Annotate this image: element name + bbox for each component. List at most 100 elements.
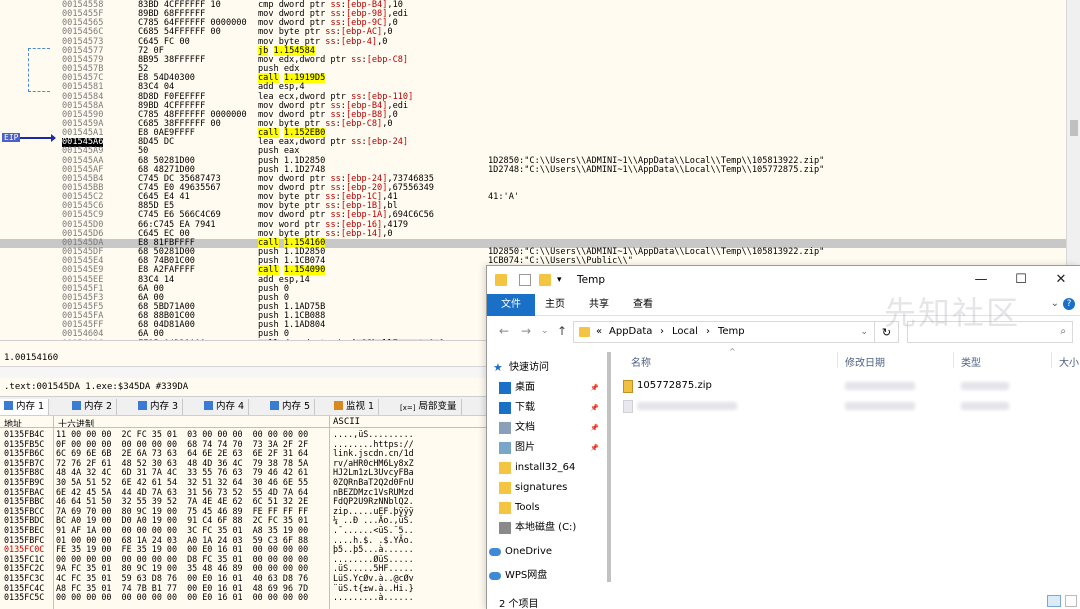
tab-home[interactable]: 主页	[533, 294, 577, 316]
dump-address: 0135FBEC	[4, 525, 45, 535]
file-row[interactable]: 105772875.zip	[623, 377, 1073, 395]
disasm-row[interactable]: 0015456C C685 54FFFFFF 00 mov byte ptr ss:…	[0, 28, 1066, 37]
memory-dump[interactable]: 地址 十六进制 ASCII 0135FB4C 11 00 00 00 2C FC …	[0, 416, 490, 609]
properties-icon[interactable]	[519, 274, 531, 286]
column-divider[interactable]	[1051, 352, 1052, 368]
nav-label: OneDrive	[505, 546, 553, 557]
dump-hex: 30 5A 51 52 6E 42 61 54 32 51 32 64 30 4…	[56, 477, 309, 487]
disasm-instruction: call 1.154090	[258, 265, 326, 275]
breadcrumb-temp[interactable]: Temp	[718, 322, 745, 342]
disasm-row[interactable]: 00154579 8B95 38FFFFFF mov edx,dword ptr s…	[0, 56, 1066, 65]
breadcrumb-separator-icon[interactable]: ›	[706, 322, 710, 342]
dump-address: 0135FC5C	[4, 592, 45, 603]
tab-share[interactable]: 共享	[577, 294, 621, 316]
nav-item-[interactable]: 桌面 📌	[487, 378, 605, 398]
expand-ribbon-icon[interactable]: ⌄	[1051, 298, 1059, 309]
memory-icon	[138, 401, 147, 410]
details-view-icon[interactable]	[1047, 595, 1061, 607]
disasm-comment: 1D2748:"C:\\Users\\ADMINI~1\\AppData\\Lo…	[488, 165, 825, 175]
scrollbar-thumb[interactable]	[607, 352, 611, 582]
dump-hex: 6C 69 6E 6B 2E 6A 73 63 64 6E 2E 63 6E 2…	[56, 448, 309, 459]
nav-item-[interactable]: ★ 快速访问	[487, 358, 605, 378]
nav-item-wps[interactable]: WPS网盘	[487, 566, 605, 586]
column-size[interactable]: 大小	[1059, 354, 1079, 369]
path-dropdown-icon[interactable]: ⌄	[860, 322, 868, 342]
tab-file[interactable]: 文件	[487, 294, 535, 316]
disasm-instruction: push 0	[258, 329, 290, 339]
nav-item-onedrive[interactable]: OneDrive	[487, 542, 605, 562]
dump-ascii: LüS.YcØv.à..@cØv	[333, 573, 414, 583]
close-button[interactable]: ✕	[1041, 266, 1080, 294]
tab-memory-5[interactable]: 内存 5	[266, 399, 316, 415]
nav-label: 桌面	[515, 382, 535, 393]
file-name: 105772875.zip	[637, 380, 712, 391]
eip-arrow-icon	[20, 134, 56, 142]
status-bar: 2 个项目	[487, 592, 1080, 609]
folder-icon	[499, 482, 511, 494]
recent-dropdown-icon[interactable]: ⌄	[541, 326, 549, 336]
column-divider[interactable]	[837, 352, 838, 368]
dump-hex: 91 AF 1A 00 00 00 00 00 3C FC 35 01 A8 3…	[56, 525, 309, 535]
nav-label: 下载	[515, 402, 535, 413]
disasm-row[interactable]: 001545A9 50 push eax	[0, 147, 1066, 156]
dump-ascii: ....,üS.........	[333, 429, 414, 439]
star-icon: ★	[493, 361, 503, 374]
disasm-row[interactable]: 001545A6 8D45 DC lea eax,dword ptr ss:[ebp…	[0, 138, 1066, 147]
breadcrumb-overflow[interactable]: «	[596, 322, 602, 342]
large-icons-view-icon[interactable]	[1065, 595, 1077, 607]
column-modified[interactable]: 修改日期	[845, 354, 885, 369]
file-row-redacted[interactable]	[623, 397, 1073, 415]
disasm-address: 001545E9	[62, 265, 104, 275]
nav-item-install32-64[interactable]: install32_64	[487, 458, 605, 478]
column-divider[interactable]	[953, 352, 954, 368]
up-icon[interactable]: ↑	[557, 324, 567, 338]
back-icon[interactable]: ←	[499, 324, 509, 338]
tab-memory-1[interactable]: 内存 1	[0, 399, 50, 415]
dump-hex: 46 64 51 50 32 55 39 52 7A 4E 4E 62 6C 5…	[56, 496, 309, 507]
path-box[interactable]: « AppData › Local › Temp ⌄	[573, 321, 875, 343]
zip-file-icon	[623, 380, 633, 393]
dump-column-divider	[329, 416, 330, 609]
help-icon[interactable]: ?	[1063, 298, 1075, 310]
new-folder-icon[interactable]	[539, 274, 551, 286]
disasm-row[interactable]: 00154581 83C4 04 add esp,4	[0, 83, 1066, 92]
document-icon	[499, 422, 511, 434]
tab-label: 局部变量	[418, 401, 457, 412]
nav-item-[interactable]: 文档 📌	[487, 418, 605, 438]
tab-view[interactable]: 查看	[621, 294, 665, 316]
breadcrumb-local[interactable]: Local	[672, 322, 698, 342]
redacted-name	[637, 402, 737, 410]
forward-icon[interactable]: →	[521, 324, 531, 338]
disasm-row[interactable]: 001545C9 C745 E6 566C4C69 mov dword ptr ss…	[0, 211, 1066, 220]
tab-memory-2[interactable]: 内存 2	[68, 399, 118, 415]
nav-item-c[interactable]: 本地磁盘 (C:)	[487, 518, 605, 538]
quick-access-dropdown-icon[interactable]: ▾	[557, 274, 569, 286]
tab-label: 内存 4	[216, 401, 245, 412]
memory-icon	[204, 401, 213, 410]
disasm-bytes: C685 54FFFFFF 00	[138, 27, 221, 37]
disasm-instruction: mov byte ptr ss:[ebp-AC],0	[258, 27, 393, 37]
nav-item-signatures[interactable]: signatures	[487, 478, 605, 498]
jump-arrow-icon	[28, 48, 50, 92]
nav-item-tools[interactable]: Tools	[487, 498, 605, 518]
watermark: 先知社区	[883, 294, 1020, 332]
nav-scrollbar[interactable]	[605, 348, 613, 592]
column-name[interactable]: 名称	[631, 354, 651, 369]
scrollbar-thumb[interactable]	[1070, 120, 1078, 136]
eip-marker: EIP	[2, 133, 21, 142]
navigation-pane[interactable]: ★ 快速访问 桌面 📌 下载 📌 文档 📌 图片 📌 install32_64 signatures T…	[487, 348, 605, 592]
file-list[interactable]: ^ 名称 修改日期 类型 大小 105772875.zip	[615, 348, 1080, 592]
tab-memory-4[interactable]: 内存 4	[200, 399, 250, 415]
nav-item-[interactable]: 下载 📌	[487, 398, 605, 418]
breadcrumb-separator-icon[interactable]: ›	[660, 322, 664, 342]
breadcrumb-appdata[interactable]: AppData	[609, 322, 652, 342]
tab-watch-1[interactable]: 监视 1	[330, 399, 380, 415]
dump-header-divider	[0, 427, 490, 428]
tab-memory-3[interactable]: 内存 3	[134, 399, 184, 415]
locals-icon: [x=]	[400, 404, 416, 412]
tab-locals[interactable]: [x=] 局部变量	[396, 399, 462, 415]
column-type[interactable]: 类型	[961, 354, 981, 369]
nav-item-[interactable]: 图片 📌	[487, 438, 605, 458]
dump-hex: FE 35 19 00 FE 35 19 00 00 E0 16 01 00 0…	[56, 544, 309, 555]
dump-column-divider	[53, 416, 54, 609]
